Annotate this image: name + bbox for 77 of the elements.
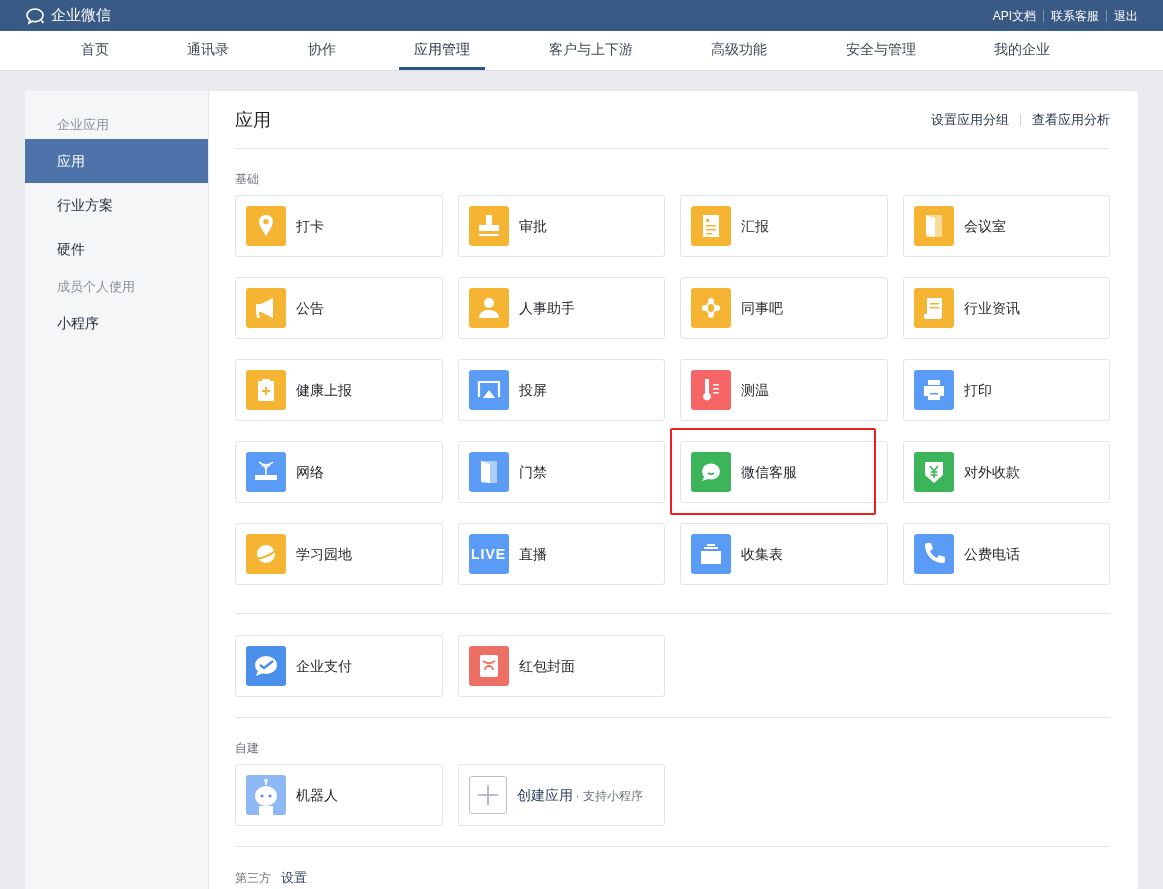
create-app-tile[interactable]: 创建应用 · 支持小程序 [457, 764, 665, 826]
app-tile[interactable]: 红包封面 [457, 635, 665, 697]
app-tile[interactable]: 汇报 [680, 195, 888, 257]
app-name: 会议室 [963, 216, 1006, 236]
app-tile[interactable]: 机器人 [235, 764, 443, 826]
header-link[interactable]: 联系客服 [1051, 6, 1099, 25]
live-icon: LIVE [468, 534, 509, 574]
header-link[interactable]: 退出 [1114, 6, 1138, 25]
create-app-note: · 支持小程序 [575, 787, 643, 805]
app-tile[interactable]: 网络 [235, 441, 443, 503]
app-name: 机器人 [296, 785, 338, 805]
app-tile[interactable]: 公告 [235, 277, 443, 339]
header-action-link[interactable]: 设置应用分组 [931, 110, 1009, 130]
nav-tab[interactable]: 安全与管理 [830, 31, 931, 70]
app-name: 公告 [296, 298, 324, 318]
app-tile[interactable]: 公费电话 [902, 523, 1110, 585]
app-name: 投屏 [518, 380, 547, 400]
app-name: 网络 [296, 462, 324, 482]
sidebar-group-label: 企业应用 [56, 116, 110, 135]
sidebar-item[interactable]: 行业方案 [25, 183, 208, 227]
app-name: 直播 [518, 544, 547, 564]
plus-icon [468, 776, 507, 814]
page-title: 应用 [235, 108, 271, 132]
app-tile[interactable]: 会议室 [902, 195, 1110, 257]
app-tile[interactable]: 对外收款 [902, 441, 1110, 503]
app-tile[interactable]: 人事助手 [457, 277, 665, 339]
settings-link[interactable]: 设置 [281, 868, 307, 888]
app-tile[interactable]: 行业资讯 [902, 277, 1110, 339]
app-tile[interactable]: 打卡 [235, 195, 443, 257]
app-name: 学习园地 [296, 544, 352, 564]
app-name: 测温 [741, 380, 769, 400]
app-name: 企业支付 [296, 656, 352, 676]
nav-tab[interactable]: 客户与上下游 [533, 31, 648, 70]
section-label: 基础 [235, 171, 260, 188]
app-tile[interactable]: 审批 [457, 195, 665, 257]
logo-text: 企业微信 [51, 5, 111, 26]
app-tile[interactable]: 收集表 [680, 523, 888, 585]
app-tile[interactable]: 打印 [902, 359, 1110, 421]
sidebar-group-label: 成员个人使用 [56, 278, 136, 297]
sidebar-item[interactable]: 硬件 [25, 227, 208, 271]
app-name: 微信客服 [741, 462, 797, 482]
app-name: 审批 [518, 216, 547, 236]
app-tile[interactable]: LIVE 直播 [457, 523, 665, 585]
nav-tab[interactable]: 我的企业 [978, 31, 1065, 70]
chat-bubbles-icon [25, 6, 47, 25]
app-tile[interactable]: 测温 [680, 359, 888, 421]
app-name: 红包封面 [518, 656, 575, 676]
app-name: 打印 [963, 380, 992, 400]
nav-tab[interactable]: 协作 [292, 31, 351, 70]
app-name: 人事助手 [518, 298, 575, 318]
nav-tab[interactable]: 应用管理 [399, 31, 486, 70]
nav-tab[interactable]: 通讯录 [172, 31, 245, 70]
nav-tab[interactable]: 首页 [66, 31, 124, 70]
sidebar-item[interactable]: 应用 [25, 139, 208, 183]
sidebar-item[interactable]: 小程序 [25, 301, 208, 345]
app-tile[interactable]: 微信客服 [680, 441, 888, 503]
nav-tab[interactable]: 高级功能 [696, 31, 783, 70]
app-name: 公费电话 [963, 544, 1020, 564]
app-name: 对外收款 [963, 462, 1020, 482]
section-label: 第三方 [235, 869, 271, 887]
app-tile[interactable]: 健康上报 [235, 359, 443, 421]
app-name: 健康上报 [296, 380, 352, 400]
app-name: 行业资讯 [963, 298, 1020, 318]
app-name: 打卡 [296, 216, 324, 236]
app-name: 汇报 [741, 216, 769, 236]
create-app-label: 创建应用 [516, 785, 573, 805]
app-tile[interactable]: 企业支付 [235, 635, 443, 697]
app-tile[interactable]: 学习园地 [235, 523, 443, 585]
header-link[interactable]: API文档 [992, 6, 1036, 25]
app-name: 同事吧 [741, 298, 783, 318]
app-tile[interactable]: 同事吧 [680, 277, 888, 339]
app-name: 收集表 [741, 544, 783, 564]
app-tile[interactable]: 门禁 [457, 441, 665, 503]
app-tile[interactable]: 投屏 [457, 359, 665, 421]
header-action-link[interactable]: 查看应用分析 [1032, 110, 1110, 130]
section-label: 自建 [235, 740, 260, 757]
app-name: 门禁 [518, 462, 547, 482]
